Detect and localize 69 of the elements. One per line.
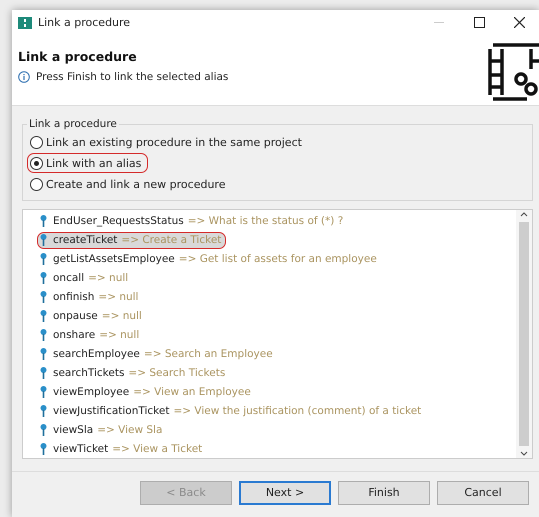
scrollbar[interactable] — [516, 210, 532, 458]
alias-row[interactable]: searchTickets => Search Tickets — [37, 364, 230, 382]
alias-row[interactable]: searchEmployee => Search an Employee — [37, 345, 278, 362]
alias-description: => Search Tickets — [128, 366, 226, 379]
alias-name: viewEmployee — [53, 386, 130, 398]
radio-option[interactable]: Create and link a new procedure — [27, 174, 232, 194]
close-icon — [514, 17, 524, 28]
pin-icon — [40, 424, 47, 436]
alias-row[interactable]: createTicket => Create a Ticket — [37, 232, 226, 249]
pin-icon — [40, 404, 47, 417]
alias-row[interactable]: viewJustificationTicket => View the justification (comment) of a ticket — [37, 402, 426, 420]
alias-name: onfinish — [53, 291, 94, 304]
alias-row[interactable]: onpause => null — [37, 308, 147, 325]
pin-icon — [40, 366, 47, 379]
alias-name: searchEmployee — [53, 348, 140, 360]
alias-description: => View the justification (comment) of a ticket — [173, 404, 422, 417]
procedure-link-icon — [487, 41, 539, 103]
alias-description: => View a Ticket — [112, 442, 202, 455]
alias-description: => View an Employee — [133, 386, 251, 398]
wizard-button[interactable]: Next > — [239, 480, 331, 504]
alias-description: => null — [102, 310, 142, 322]
pin-icon — [40, 310, 47, 322]
page-title: Link a procedure — [18, 49, 138, 64]
info-message: Press Finish to link the selected alias — [36, 71, 228, 83]
alias-name: onshare — [53, 328, 96, 341]
alias-row[interactable]: onfinish => null — [37, 288, 144, 306]
pin-icon — [40, 272, 47, 284]
alias-row[interactable]: EndUser_RequestsStatus => What is the status of (*) ? — [37, 213, 348, 230]
app-icon — [18, 16, 32, 28]
alias-row[interactable]: oncall => null — [37, 270, 134, 287]
alias-name: viewSla — [53, 424, 94, 436]
alias-description: => Create a Ticket — [121, 234, 222, 246]
alias-row[interactable]: getListAssetsEmployee => Get list of assets for an employee — [37, 250, 382, 268]
pin-icon — [40, 234, 47, 246]
alias-row[interactable]: onshare => null — [37, 326, 144, 344]
alias-name: searchTickets — [53, 366, 124, 379]
alias-row[interactable]: viewEmployee => View an Employee — [37, 383, 256, 400]
alias-name: EndUser_RequestsStatus — [53, 215, 184, 228]
window-title: Link a procedure — [38, 16, 132, 29]
alias-description: => What is the status of (*) ? — [188, 215, 344, 228]
minimize-icon — [434, 22, 444, 24]
pin-icon — [40, 328, 47, 341]
alias-name: oncall — [53, 272, 84, 284]
alias-description: => Get list of assets for an employee — [178, 253, 377, 266]
radio-option[interactable]: Link an existing procedure in the same project — [27, 132, 309, 152]
pin-icon — [40, 386, 47, 398]
maximize-icon — [474, 17, 484, 28]
wizard-button[interactable]: Cancel — [437, 480, 529, 504]
pin-icon — [40, 442, 47, 455]
alias-name: onpause — [53, 310, 98, 322]
pin-icon — [40, 215, 47, 228]
alias-name: viewJustificationTicket — [53, 404, 170, 417]
info-icon — [18, 71, 30, 83]
pin-icon — [40, 291, 47, 304]
alias-description: => null — [88, 272, 128, 284]
alias-description: => null — [99, 328, 140, 341]
alias-row[interactable]: viewSla => View Sla — [37, 421, 168, 438]
alias-name: getListAssetsEmployee — [53, 253, 175, 266]
wizard-button[interactable]: Finish — [338, 480, 430, 504]
radio-option[interactable]: Link with an alias — [27, 153, 148, 173]
alias-row[interactable]: viewTicket => View a Ticket — [37, 440, 208, 457]
pin-icon — [40, 253, 47, 266]
alias-name: createTicket — [53, 234, 118, 246]
pin-icon — [40, 348, 47, 360]
group-label: Link a procedure — [28, 118, 118, 130]
alias-name: viewTicket — [53, 442, 108, 455]
alias-description: => null — [98, 291, 138, 304]
alias-description: => View Sla — [97, 424, 162, 436]
alias-description: => Search an Employee — [144, 348, 273, 360]
